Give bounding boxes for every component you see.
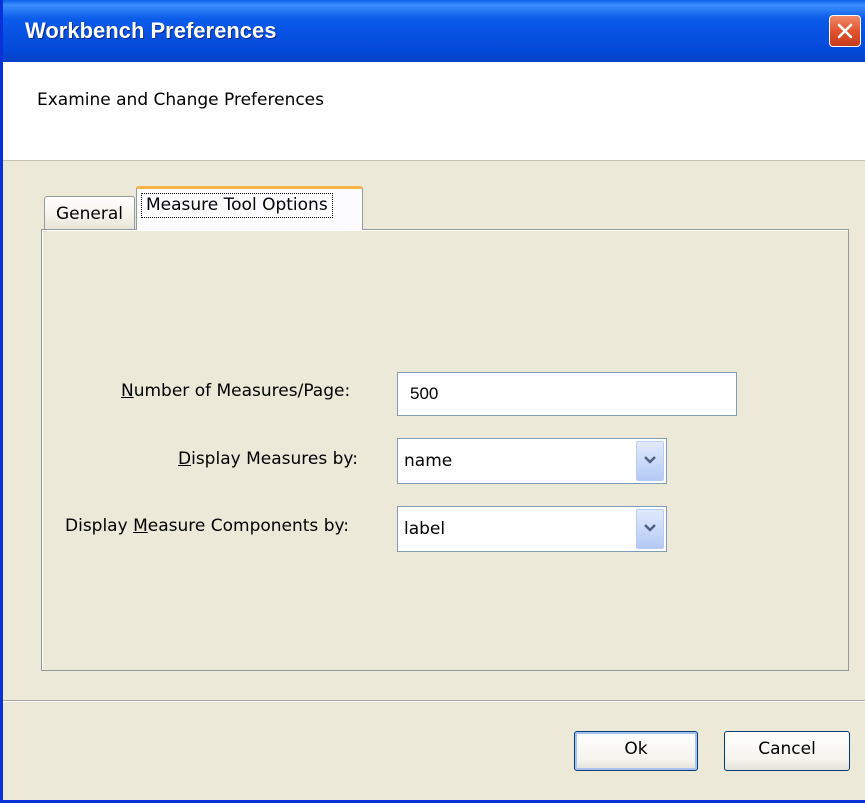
header-description: Examine and Change Preferences: [37, 90, 324, 110]
measures-per-page-input[interactable]: [397, 372, 737, 416]
tab-general[interactable]: General: [44, 196, 135, 229]
window-title: Workbench Preferences: [25, 18, 277, 43]
tab-measure-tool-options[interactable]: Measure Tool Options: [136, 186, 363, 230]
header-banner: Examine and Change Preferences: [3, 62, 865, 161]
chevron-down-icon: [644, 456, 656, 464]
measures-per-page-label: Number of Measures/Page:: [121, 381, 351, 401]
dropdown-arrow[interactable]: [636, 441, 664, 481]
display-components-by-label: Display Measure Components by:: [65, 516, 350, 536]
display-components-by-select[interactable]: label: [397, 506, 667, 552]
close-button[interactable]: [829, 15, 861, 47]
ok-button[interactable]: Ok: [574, 731, 698, 771]
tab-measure-tool-options-label: Measure Tool Options: [141, 193, 333, 218]
dropdown-arrow[interactable]: [636, 509, 664, 549]
display-measures-by-select[interactable]: name: [397, 438, 667, 484]
button-separator: [3, 700, 865, 702]
display-measures-by-value: name: [404, 451, 453, 471]
preferences-dialog: Workbench Preferences Examine and Change…: [0, 0, 865, 803]
title-bar[interactable]: Workbench Preferences: [3, 0, 865, 62]
chevron-down-icon: [644, 524, 656, 532]
cancel-button[interactable]: Cancel: [724, 731, 850, 771]
display-measures-by-label: Display Measures by:: [178, 449, 358, 469]
close-icon: [837, 23, 853, 39]
display-components-by-value: label: [404, 519, 446, 539]
tab-general-label: General: [56, 204, 123, 224]
